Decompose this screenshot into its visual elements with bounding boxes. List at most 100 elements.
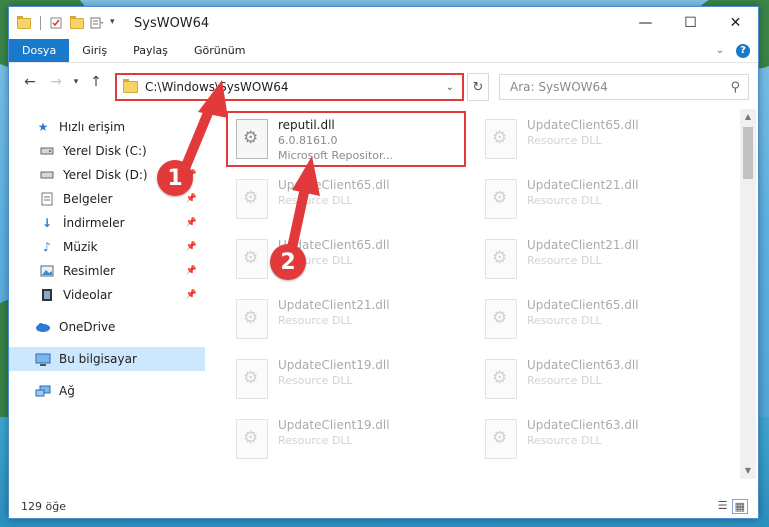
customize-icon[interactable] bbox=[90, 17, 104, 29]
file-item-reputil[interactable]: reputil.dll 6.0.8161.0 Microsoft Reposit… bbox=[226, 111, 466, 167]
chevron-down-icon[interactable]: ▾ bbox=[69, 77, 83, 87]
chevron-down-icon[interactable]: ⌄ bbox=[446, 82, 454, 93]
up-button[interactable]: ↑ bbox=[83, 74, 109, 90]
help-icon[interactable]: ? bbox=[736, 43, 750, 58]
expand-ribbon-icon[interactable]: ⌄ bbox=[716, 45, 724, 56]
sidebar-item-label: Yerel Disk (D:) bbox=[63, 168, 148, 182]
tiles-view-icon[interactable]: ▦ bbox=[731, 498, 748, 514]
file-description: Resource DLL bbox=[527, 434, 602, 447]
scroll-up-icon[interactable]: ▲ bbox=[740, 109, 756, 125]
file-description: Resource DLL bbox=[278, 374, 353, 387]
address-path[interactable]: C:\Windows\SysWOW64 bbox=[145, 80, 289, 94]
sidebar-item-videos[interactable]: Videolar 📌 bbox=[9, 283, 205, 307]
properties-icon[interactable] bbox=[50, 17, 64, 29]
details-view-icon[interactable]: ☰ bbox=[718, 499, 728, 514]
pin-icon[interactable]: 📌 bbox=[186, 194, 197, 204]
drive-icon bbox=[39, 168, 55, 182]
file-description: Resource DLL bbox=[527, 194, 602, 207]
file-item[interactable]: UpdateClient65.dllResource DLL bbox=[477, 293, 717, 349]
sidebar-item-label: Müzik bbox=[63, 240, 98, 254]
folder-icon bbox=[123, 79, 138, 93]
maximize-button[interactable]: ☐ bbox=[668, 8, 713, 38]
search-input[interactable]: Ara: SysWOW64 bbox=[510, 80, 608, 94]
dll-file-icon bbox=[236, 179, 268, 219]
status-bar: 129 öğe ☰ ▦ bbox=[9, 494, 758, 518]
file-item[interactable]: UpdateClient19.dll Resource DLL bbox=[228, 353, 468, 409]
title-bar: ▾ SysWOW64 — ☐ ✕ bbox=[9, 7, 758, 39]
sidebar-item-label: Belgeler bbox=[63, 192, 113, 206]
dll-file-icon bbox=[485, 119, 517, 159]
music-icon: ♪ bbox=[43, 240, 51, 254]
file-name: UpdateClient63.dll bbox=[527, 418, 639, 432]
refresh-button[interactable]: ↻ bbox=[467, 73, 489, 101]
download-icon: ↓ bbox=[41, 216, 53, 230]
file-item[interactable]: UpdateClient65.dll Resource DLL bbox=[228, 173, 468, 229]
tab-paylas[interactable]: Paylaş bbox=[120, 39, 181, 62]
file-item[interactable]: UpdateClient63.dll Resource DLL bbox=[477, 353, 717, 409]
computer-icon bbox=[35, 352, 51, 366]
item-count: 129 öğe bbox=[21, 499, 66, 513]
callout-step-1: 1 bbox=[157, 160, 193, 196]
sidebar-item-pictures[interactable]: Resimler 📌 bbox=[9, 259, 205, 283]
file-item[interactable]: UpdateClient21.dll Resource DLL bbox=[477, 173, 717, 229]
file-company: Microsoft Repositor... bbox=[278, 149, 394, 162]
sidebar-item-quick-access[interactable]: ★ Hızlı erişim bbox=[9, 115, 205, 139]
chevron-down-icon[interactable]: ▾ bbox=[110, 17, 124, 29]
sidebar-item-downloads[interactable]: ↓ İndirmeler 📌 bbox=[9, 211, 205, 235]
file-description: Resource DLL bbox=[527, 134, 602, 147]
file-item[interactable]: UpdateClient19.dll Resource DLL bbox=[228, 413, 468, 469]
forward-button[interactable]: → bbox=[43, 74, 69, 90]
tab-dosya[interactable]: Dosya bbox=[9, 39, 70, 62]
file-item[interactable]: UpdateClient65.dllResource DLL bbox=[228, 233, 468, 289]
sidebar-item-onedrive[interactable]: OneDrive bbox=[9, 315, 205, 339]
file-description: Resource DLL bbox=[527, 254, 602, 267]
separator bbox=[40, 16, 41, 30]
view-switcher: ☰ ▦ bbox=[718, 498, 758, 514]
folder-icon[interactable] bbox=[17, 15, 31, 29]
file-name: UpdateClient65.dll bbox=[278, 178, 390, 192]
file-list: reputil.dll 6.0.8161.0 Microsoft Reposit… bbox=[215, 109, 741, 479]
file-description: Resource DLL bbox=[527, 314, 602, 327]
pin-icon[interactable]: 📌 bbox=[186, 146, 197, 156]
ribbon-right: ⌄ ? bbox=[716, 39, 758, 62]
scroll-thumb[interactable] bbox=[743, 127, 753, 179]
sidebar-item-label: Resimler bbox=[63, 264, 116, 278]
dll-file-icon bbox=[236, 419, 268, 459]
file-name: UpdateClient19.dll bbox=[278, 418, 390, 432]
tab-gorunum[interactable]: Görünüm bbox=[181, 39, 258, 62]
ribbon-tabs: Dosya Giriş Paylaş Görünüm ⌄ ? bbox=[9, 39, 758, 63]
file-item[interactable]: UpdateClient21.dll Resource DLL bbox=[477, 233, 717, 289]
dll-file-icon bbox=[485, 239, 517, 279]
file-description: Resource DLL bbox=[278, 194, 353, 207]
file-name: UpdateClient19.dll bbox=[278, 358, 390, 372]
sidebar-item-label: Yerel Disk (C:) bbox=[63, 144, 147, 158]
file-description: Resource DLL bbox=[278, 314, 353, 327]
address-bar[interactable]: C:\Windows\SysWOW64 ⌄ bbox=[115, 73, 464, 101]
minimize-button[interactable]: — bbox=[623, 8, 668, 38]
dll-file-icon bbox=[236, 239, 268, 279]
search-box[interactable]: Ara: SysWOW64 ⚲ bbox=[499, 74, 749, 100]
documents-icon bbox=[39, 192, 55, 206]
scroll-down-icon[interactable]: ▼ bbox=[740, 463, 756, 479]
close-button[interactable]: ✕ bbox=[713, 8, 758, 38]
back-button[interactable]: ← bbox=[17, 74, 43, 90]
sidebar-item-label: Ağ bbox=[59, 384, 75, 398]
sidebar-item-music[interactable]: ♪ Müzik 📌 bbox=[9, 235, 205, 259]
dll-file-icon bbox=[485, 299, 517, 339]
sidebar-item-this-pc[interactable]: Bu bilgisayar bbox=[9, 347, 205, 371]
file-item[interactable]: UpdateClient21.dll Resource DLL bbox=[228, 293, 468, 349]
pin-icon[interactable]: 📌 bbox=[186, 218, 197, 228]
vertical-scrollbar[interactable]: ▲ ▼ bbox=[740, 109, 756, 479]
file-item[interactable]: UpdateClient63.dll Resource DLL bbox=[477, 413, 717, 469]
pin-icon[interactable]: 📌 bbox=[186, 266, 197, 276]
file-name: UpdateClient65.dll bbox=[527, 118, 639, 132]
file-item[interactable]: UpdateClient65.dll Resource DLL bbox=[477, 113, 717, 169]
pin-icon[interactable]: 📌 bbox=[186, 242, 197, 252]
tab-giris[interactable]: Giriş bbox=[69, 39, 120, 62]
pictures-icon bbox=[39, 264, 55, 278]
sidebar-item-network[interactable]: Ağ bbox=[9, 379, 205, 403]
pin-icon[interactable]: 📌 bbox=[186, 290, 197, 300]
file-version: 6.0.8161.0 bbox=[278, 134, 338, 147]
new-folder-icon[interactable] bbox=[70, 15, 84, 29]
search-icon[interactable]: ⚲ bbox=[730, 80, 740, 95]
